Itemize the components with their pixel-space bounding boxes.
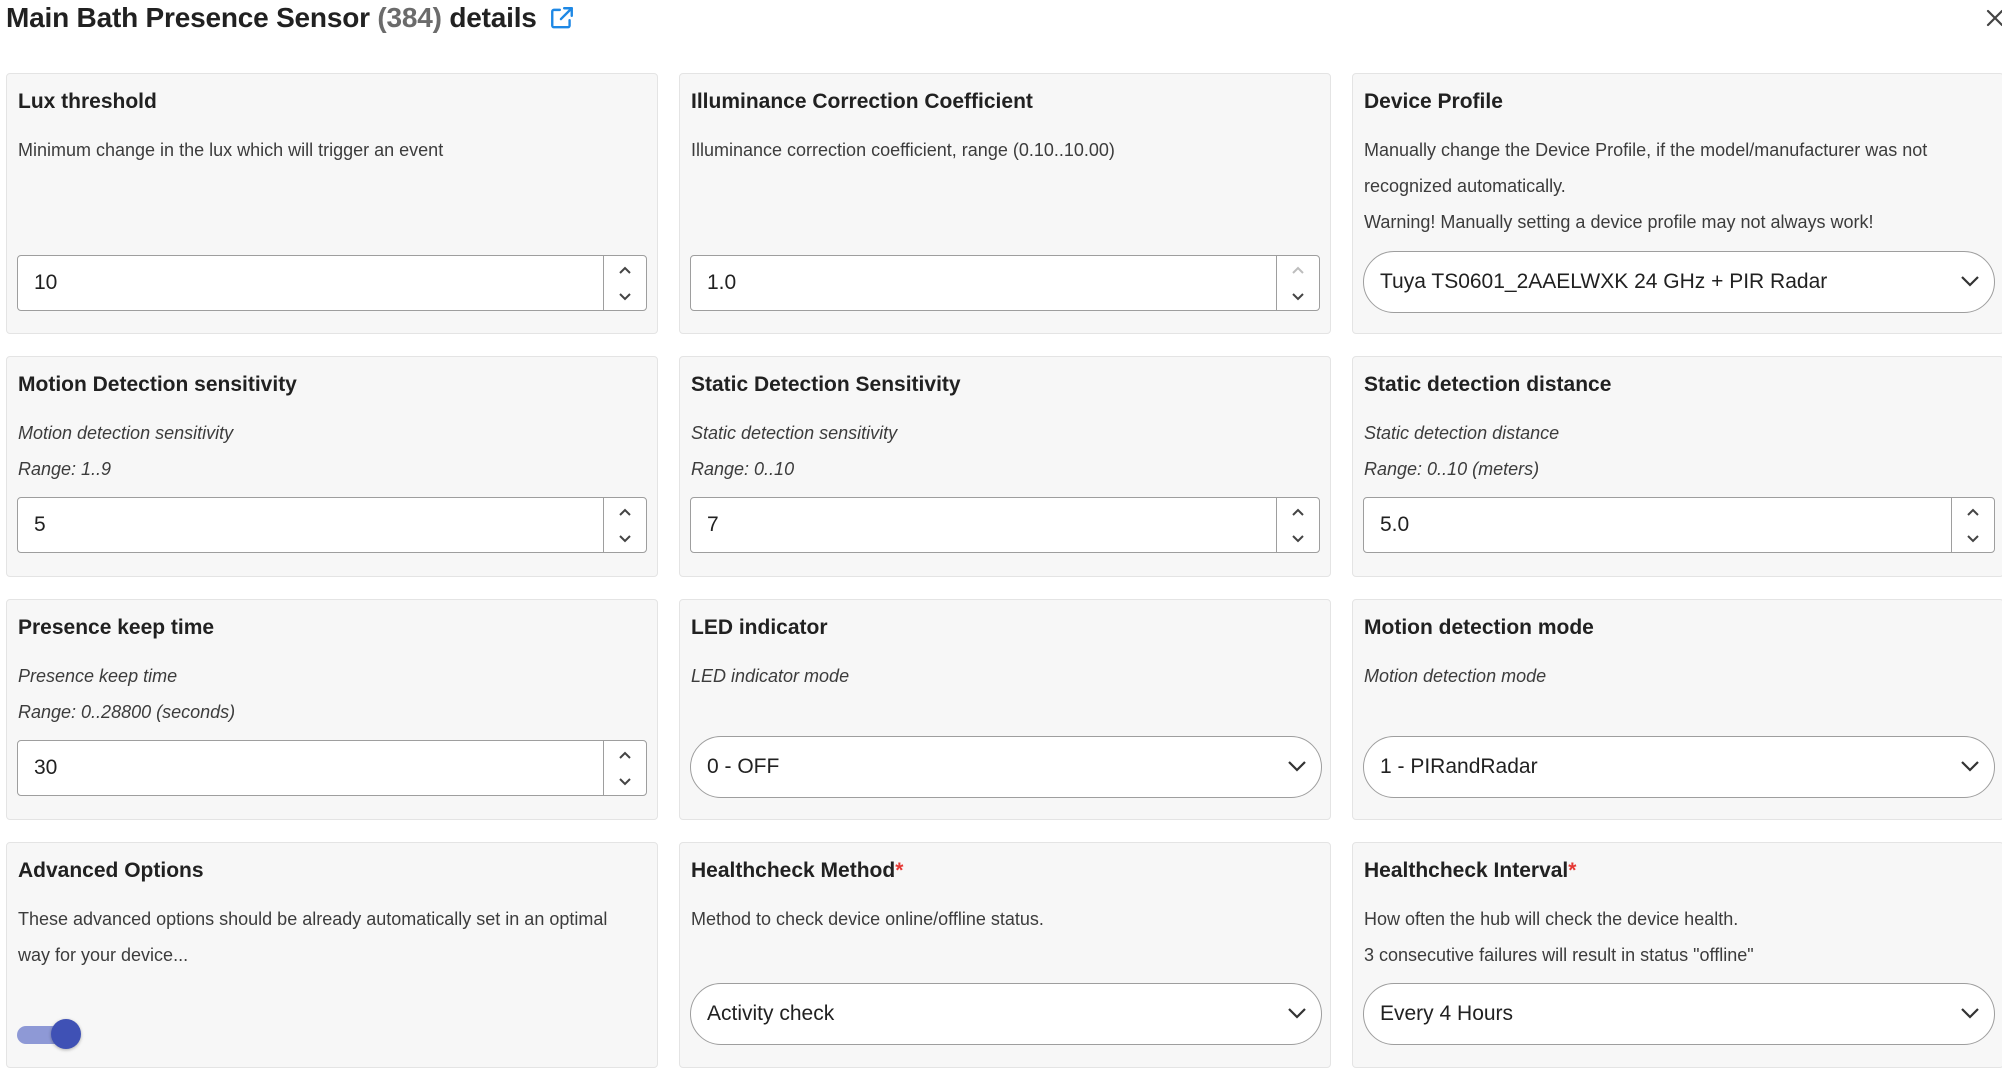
chevron-down-icon (1288, 761, 1306, 772)
card-title: Presence keep time (18, 616, 215, 639)
spinner (603, 256, 646, 310)
select-value: Tuya TS0601_2AAELWXK 24 GHz + PIR Radar (1380, 270, 1828, 293)
healthcheck-method-card: Healthcheck Method* Method to check devi… (679, 842, 1331, 1068)
card-title: Lux threshold (18, 90, 157, 113)
input-value: 10 (34, 271, 58, 294)
card-description: Manually change the Device Profile, if t… (1364, 132, 1989, 240)
card-description: Static detection distance Range: 0..10 (… (1364, 415, 1989, 487)
input-value: 7 (707, 513, 719, 536)
required-mark: * (895, 859, 904, 882)
title-suffix: details (449, 2, 537, 33)
chevron-down-icon (1961, 1008, 1979, 1019)
static-distance-input[interactable]: 5.0 (1363, 497, 1995, 553)
lux-threshold-input[interactable]: 10 (17, 255, 647, 311)
card-title: Static detection distance (1364, 373, 1612, 396)
chevron-down-icon (1961, 276, 1979, 287)
toggle-thumb (51, 1019, 81, 1049)
spinner (1276, 256, 1319, 310)
advanced-options-toggle[interactable] (17, 1019, 81, 1051)
static-sensitivity-input[interactable]: 7 (690, 497, 1320, 553)
device-profile-select[interactable]: Tuya TS0601_2AAELWXK 24 GHz + PIR Radar (1363, 251, 1995, 313)
input-value: 30 (34, 756, 58, 779)
chevron-up-icon[interactable] (1277, 256, 1319, 283)
card-range: Range: 0..28800 (seconds) (18, 702, 236, 722)
page-header: Main Bath Presence Sensor (384) details (6, 0, 575, 36)
input-value: 5 (34, 513, 46, 536)
card-description: Illuminance correction coefficient, rang… (691, 140, 1115, 160)
card-title: Motion Detection sensitivity (18, 373, 297, 396)
card-title: Advanced Options (18, 859, 204, 882)
card-title: Illuminance Correction Coefficient (691, 90, 1033, 113)
close-icon[interactable] (1982, 4, 2002, 32)
chevron-up-icon[interactable] (604, 498, 646, 525)
external-link-icon[interactable] (549, 5, 575, 31)
chevron-down-icon[interactable] (1952, 525, 1994, 552)
chevron-up-icon[interactable] (604, 256, 646, 283)
card-description: Motion detection mode (1364, 666, 1547, 686)
chevron-up-icon[interactable] (604, 741, 646, 768)
card-warning: Warning! Manually setting a device profi… (1364, 212, 1874, 232)
motion-sensitivity-card: Motion Detection sensitivity Motion dete… (6, 356, 658, 577)
healthcheck-interval-card: Healthcheck Interval* How often the hub … (1352, 842, 2002, 1068)
device-profile-card: Device Profile Manually change the Devic… (1352, 73, 2002, 334)
select-value: 1 - PIRandRadar (1380, 755, 1538, 778)
select-value: 0 - OFF (707, 755, 780, 778)
card-title: Motion detection mode (1364, 616, 1594, 639)
card-description: Presence keep time Range: 0..28800 (seco… (18, 658, 643, 730)
page-title: Main Bath Presence Sensor (384) details (6, 2, 537, 34)
card-title: LED indicator (691, 616, 828, 639)
card-description: Static detection sensitivity Range: 0..1… (691, 415, 1316, 487)
led-indicator-card: LED indicator LED indicator mode 0 - OFF (679, 599, 1331, 820)
chevron-down-icon[interactable] (1277, 283, 1319, 310)
chevron-up-icon[interactable] (1952, 498, 1994, 525)
card-description: These advanced options should be already… (18, 909, 608, 965)
card-title: Device Profile (1364, 90, 1503, 113)
input-value: 5.0 (1380, 513, 1410, 536)
advanced-options-card: Advanced Options These advanced options … (6, 842, 658, 1068)
card-range: Range: 0..10 (meters) (1364, 459, 1540, 479)
card-title: Healthcheck Method* (691, 859, 904, 882)
chevron-down-icon[interactable] (604, 768, 646, 795)
healthcheck-method-select[interactable]: Activity check (690, 983, 1322, 1045)
select-value: Activity check (707, 1002, 835, 1025)
static-sensitivity-card: Static Detection Sensitivity Static dete… (679, 356, 1331, 577)
spinner (603, 741, 646, 795)
select-value: Every 4 Hours (1380, 1002, 1514, 1025)
motion-mode-card: Motion detection mode Motion detection m… (1352, 599, 2002, 820)
card-description: LED indicator mode (691, 666, 850, 686)
card-description: Method to check device online/offline st… (691, 909, 1044, 929)
presence-keep-time-input[interactable]: 30 (17, 740, 647, 796)
illuminance-correction-card: Illuminance Correction Coefficient Illum… (679, 73, 1331, 334)
card-title: Healthcheck Interval* (1364, 859, 1577, 882)
device-id: (384) (377, 2, 442, 33)
chevron-down-icon[interactable] (604, 283, 646, 310)
input-value: 1.0 (707, 271, 737, 294)
healthcheck-interval-select[interactable]: Every 4 Hours (1363, 983, 1995, 1045)
chevron-down-icon (1961, 761, 1979, 772)
static-distance-card: Static detection distance Static detecti… (1352, 356, 2002, 577)
card-range: Range: 1..9 (18, 459, 112, 479)
chevron-down-icon (1288, 1008, 1306, 1019)
motion-sensitivity-input[interactable]: 5 (17, 497, 647, 553)
spinner (1951, 498, 1994, 552)
card-range: Range: 0..10 (691, 459, 795, 479)
device-details-page: Main Bath Presence Sensor (384) details … (0, 0, 2002, 1068)
lux-threshold-card: Lux threshold Minimum change in the lux … (6, 73, 658, 334)
illuminance-correction-input[interactable]: 1.0 (690, 255, 1320, 311)
chevron-up-icon[interactable] (1277, 498, 1319, 525)
card-description: How often the hub will check the device … (1364, 909, 1754, 965)
required-mark: * (1568, 859, 1577, 882)
chevron-down-icon[interactable] (604, 525, 646, 552)
presence-keep-time-card: Presence keep time Presence keep time Ra… (6, 599, 658, 820)
card-title: Static Detection Sensitivity (691, 373, 961, 396)
motion-mode-select[interactable]: 1 - PIRandRadar (1363, 736, 1995, 798)
chevron-down-icon[interactable] (1277, 525, 1319, 552)
spinner (1276, 498, 1319, 552)
card-description: Motion detection sensitivity Range: 1..9 (18, 415, 643, 487)
led-indicator-select[interactable]: 0 - OFF (690, 736, 1322, 798)
card-description: Minimum change in the lux which will tri… (18, 140, 444, 160)
device-name: Main Bath Presence Sensor (6, 2, 370, 33)
spinner (603, 498, 646, 552)
